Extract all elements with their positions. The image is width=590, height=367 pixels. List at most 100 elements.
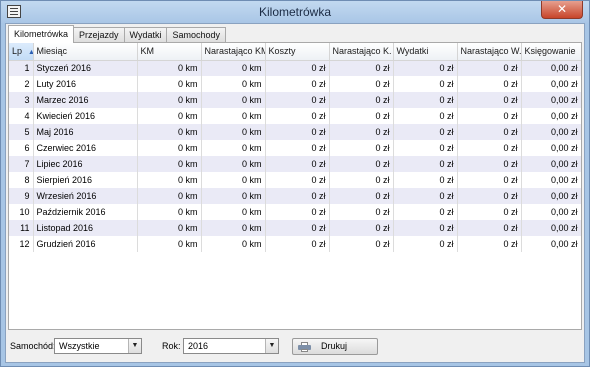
table-cell: 0 zł — [457, 156, 522, 172]
table-cell: 0 zł — [265, 92, 330, 108]
table-cell: 0 km — [201, 188, 266, 204]
table-cell: 0 zł — [265, 124, 330, 140]
table-row[interactable]: 5 Maj 2016 0 km 0 km 0 zł 0 zł 0 zł 0 zł 0,00 zł — [9, 124, 581, 140]
column-header-koszty[interactable]: Koszty — [265, 43, 330, 61]
table-row[interactable]: 10 Październik 2016 0 km 0 km 0 zł 0 zł 0 zł 0 … — [9, 204, 581, 220]
column-header-narastajaco-k[interactable]: Narastająco K. — [329, 43, 394, 61]
table-cell: 5 — [9, 124, 34, 140]
tab-kilometrowka[interactable]: Kilometrówka — [8, 25, 75, 43]
title-bar[interactable]: Kilometrówka ✕ — [1, 1, 589, 23]
car-select[interactable]: Wszystkie ▼ — [54, 338, 142, 354]
table-cell: 0 zł — [329, 204, 394, 220]
column-header-ksiegowanie[interactable]: Księgowanie — [521, 43, 581, 61]
table-cell: 0 km — [201, 124, 266, 140]
table-cell: 0 zł — [329, 236, 394, 252]
print-button[interactable]: Drukuj — [292, 338, 378, 355]
table-cell: 0 zł — [393, 220, 458, 236]
table-cell: 0,00 zł — [521, 156, 581, 172]
tab-samochody[interactable]: Samochody — [166, 27, 227, 43]
print-button-label: Drukuj — [321, 341, 348, 351]
app-window: Kilometrówka ✕ Kilometrówka Przejazdy Wy… — [0, 0, 590, 367]
table-cell: 0 zł — [457, 60, 522, 76]
table-row[interactable]: 2 Luty 2016 0 km 0 km 0 zł 0 zł 0 zł 0 zł 0,00 z… — [9, 76, 581, 92]
window-title: Kilometrówka — [258, 5, 332, 19]
table-cell: Luty 2016 — [33, 76, 138, 92]
column-header-narastajaco-w[interactable]: Narastająco W. — [457, 43, 522, 61]
close-button[interactable]: ✕ — [541, 1, 583, 19]
table-cell: Wrzesień 2016 — [33, 188, 138, 204]
year-select-value: 2016 — [188, 341, 209, 351]
table-cell: 0 zł — [329, 108, 394, 124]
chevron-down-icon[interactable]: ▼ — [128, 339, 141, 353]
table-cell: 0 km — [137, 172, 202, 188]
table-cell: 0 zł — [393, 236, 458, 252]
year-select[interactable]: 2016 ▼ — [183, 338, 279, 354]
table-cell: 0 zł — [265, 156, 330, 172]
table-cell: 0,00 zł — [521, 188, 581, 204]
table-cell: 0 km — [137, 124, 202, 140]
table-row[interactable]: 1 Styczeń 2016 0 km 0 km 0 zł 0 zł 0 zł 0 zł 0,0… — [9, 60, 581, 76]
table-cell: 0 km — [201, 172, 266, 188]
table-cell: 0 zł — [457, 172, 522, 188]
column-header-miesiac[interactable]: Miesiąc — [33, 43, 138, 61]
table-cell: 0 km — [137, 60, 202, 76]
table-row[interactable]: 12 Grudzień 2016 0 km 0 km 0 zł 0 zł 0 zł 0 zł 0… — [9, 236, 581, 252]
table-cell: Styczeń 2016 — [33, 60, 138, 76]
table-cell: 2 — [9, 76, 34, 92]
table-cell: 0 zł — [329, 140, 394, 156]
table-cell: 0,00 zł — [521, 220, 581, 236]
table-cell: 0 zł — [265, 172, 330, 188]
table-cell: 0 zł — [457, 204, 522, 220]
table-cell: 12 — [9, 236, 34, 252]
table-cell: Listopad 2016 — [33, 220, 138, 236]
table-cell: 0 zł — [457, 124, 522, 140]
table-cell: 0,00 zł — [521, 204, 581, 220]
table-cell: 0 zł — [457, 220, 522, 236]
table-cell: 0 km — [201, 60, 266, 76]
table-row[interactable]: 8 Sierpień 2016 0 km 0 km 0 zł 0 zł 0 zł 0 zł 0,… — [9, 172, 581, 188]
table-cell: 0,00 zł — [521, 60, 581, 76]
printer-icon — [298, 342, 311, 352]
table-cell: 0 zł — [329, 188, 394, 204]
table-cell: Lipiec 2016 — [33, 156, 138, 172]
table-cell: 0 km — [201, 156, 266, 172]
table-cell: 0 zł — [393, 140, 458, 156]
table-cell: 0 km — [201, 92, 266, 108]
table-cell: 0 km — [137, 76, 202, 92]
table-cell: Kwiecień 2016 — [33, 108, 138, 124]
table-cell: 3 — [9, 92, 34, 108]
table-cell: 0 km — [201, 204, 266, 220]
table-cell: 0 km — [137, 140, 202, 156]
column-header-wydatki[interactable]: Wydatki — [393, 43, 458, 61]
tab-wydatki[interactable]: Wydatki — [123, 27, 168, 43]
table-row[interactable]: 4 Kwiecień 2016 0 km 0 km 0 zł 0 zł 0 zł 0 zł 0,… — [9, 108, 581, 124]
column-header-narastajaco-km[interactable]: Narastająco KM — [201, 43, 266, 61]
table-cell: 0 zł — [457, 92, 522, 108]
table-cell: 0 km — [137, 92, 202, 108]
table-cell: 0 zł — [329, 172, 394, 188]
table-row[interactable]: 3 Marzec 2016 0 km 0 km 0 zł 0 zł 0 zł 0 zł 0,00… — [9, 92, 581, 108]
table-row[interactable]: 9 Wrzesień 2016 0 km 0 km 0 zł 0 zł 0 zł 0 zł 0,… — [9, 188, 581, 204]
table-row[interactable]: 7 Lipiec 2016 0 km 0 km 0 zł 0 zł 0 zł 0 zł 0,00… — [9, 156, 581, 172]
table-cell: 1 — [9, 60, 34, 76]
table-cell: 0 zł — [393, 204, 458, 220]
car-label: Samochód: — [10, 341, 56, 351]
chevron-down-icon[interactable]: ▼ — [265, 339, 278, 353]
tab-przejazdy[interactable]: Przejazdy — [73, 27, 125, 43]
table-cell: 0 zł — [329, 156, 394, 172]
table-row[interactable]: 11 Listopad 2016 0 km 0 km 0 zł 0 zł 0 zł 0 zł 0… — [9, 220, 581, 236]
table-cell: 0 zł — [265, 76, 330, 92]
table-cell: 9 — [9, 188, 34, 204]
tab-strip: Kilometrówka Przejazdy Wydatki Samochody — [8, 25, 227, 43]
column-header-lp[interactable]: Lp ▲ — [9, 43, 34, 61]
table-cell: 10 — [9, 204, 34, 220]
table-cell: 0 zł — [457, 140, 522, 156]
sort-ascending-icon: ▲ — [28, 49, 33, 57]
tab-panel: Lp ▲ Miesiąc KM Narastająco KM Koszty Nar… — [8, 42, 582, 330]
bottom-toolbar: Samochód: Wszystkie ▼ Rok: 2016 ▼ Drukuj — [6, 334, 584, 360]
table-cell: 7 — [9, 156, 34, 172]
data-grid[interactable]: Lp ▲ Miesiąc KM Narastająco KM Koszty Nar… — [9, 43, 581, 329]
table-row[interactable]: 6 Czerwiec 2016 0 km 0 km 0 zł 0 zł 0 zł 0 zł 0,… — [9, 140, 581, 156]
column-header-km[interactable]: KM — [137, 43, 202, 61]
table-cell: 4 — [9, 108, 34, 124]
